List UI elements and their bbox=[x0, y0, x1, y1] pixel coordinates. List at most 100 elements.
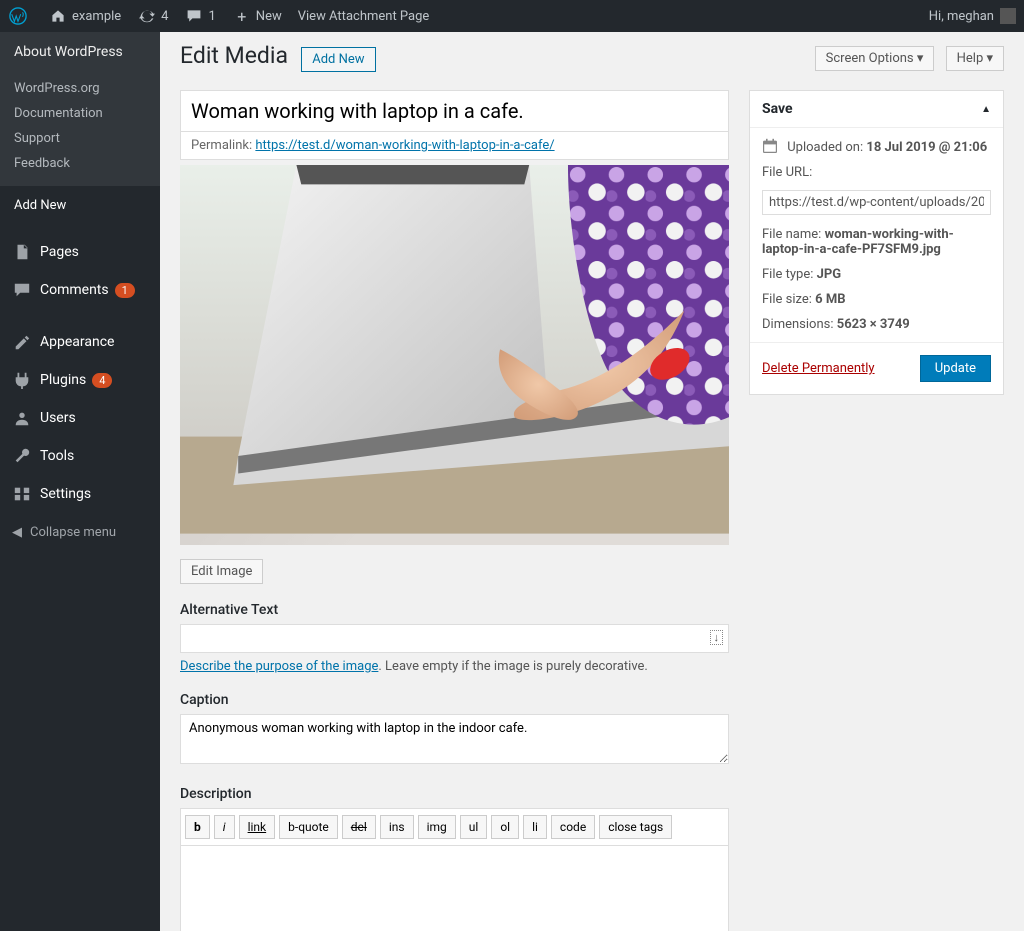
uploaded-on-value: 18 Jul 2019 @ 21:06 bbox=[866, 140, 987, 155]
about-wordpress-heading[interactable]: About WordPress bbox=[0, 32, 160, 72]
plugins-icon bbox=[12, 370, 32, 390]
add-new-button[interactable]: Add New bbox=[301, 47, 375, 72]
title-input[interactable] bbox=[180, 90, 729, 132]
description-label: Description bbox=[180, 786, 729, 802]
ed-btn-bquote[interactable]: b-quote bbox=[279, 815, 338, 839]
describe-link[interactable]: Describe the purpose of the image bbox=[180, 659, 378, 674]
collapse-icon: ◀ bbox=[12, 525, 22, 540]
updates-count: 4 bbox=[161, 9, 168, 24]
uploaded-on-label: Uploaded on: bbox=[787, 140, 863, 155]
updates-link[interactable]: 4 bbox=[129, 0, 176, 32]
permalink-link[interactable]: https://test.d/woman-working-with-laptop… bbox=[255, 138, 554, 153]
avatar bbox=[1000, 8, 1016, 24]
ed-btn-ol[interactable]: ol bbox=[491, 815, 519, 839]
permalink-row: Permalink: https://test.d/woman-working-… bbox=[180, 132, 729, 160]
site-name: example bbox=[72, 9, 121, 24]
ed-btn-link[interactable]: link bbox=[239, 815, 276, 839]
sidebar-item-label: Users bbox=[40, 410, 76, 426]
caption-label: Caption bbox=[180, 692, 729, 708]
dimensions-value: 5623 × 3749 bbox=[837, 317, 910, 332]
sidebar-item-plugins[interactable]: Plugins 4 bbox=[0, 361, 160, 399]
delete-permanently-link[interactable]: Delete Permanently bbox=[762, 361, 875, 376]
settings-icon bbox=[12, 484, 32, 504]
file-size-label: File size: bbox=[762, 292, 812, 307]
about-link-wporg[interactable]: WordPress.org bbox=[0, 76, 160, 101]
file-name-label: File name: bbox=[762, 227, 821, 242]
sidebar-item-comments[interactable]: Comments 1 bbox=[0, 271, 160, 309]
pages-icon bbox=[12, 242, 32, 262]
about-link-support[interactable]: Support bbox=[0, 126, 160, 151]
alt-text-hint: Describe the purpose of the image. Leave… bbox=[180, 659, 729, 674]
wordpress-icon bbox=[8, 6, 28, 26]
file-url-label: File URL: bbox=[762, 165, 991, 180]
ed-btn-i[interactable]: i bbox=[214, 815, 235, 839]
file-type-label: File type: bbox=[762, 267, 813, 282]
panel-toggle-icon: ▲ bbox=[981, 104, 991, 115]
sidebar-item-users[interactable]: Users bbox=[0, 399, 160, 437]
tools-icon bbox=[12, 446, 32, 466]
help-button[interactable]: Help bbox=[946, 46, 1004, 71]
update-icon bbox=[137, 6, 157, 26]
sidebar-item-appearance[interactable]: Appearance bbox=[0, 323, 160, 361]
collapse-label: Collapse menu bbox=[30, 525, 116, 540]
comments-link[interactable]: 1 bbox=[176, 0, 223, 32]
alt-text-input[interactable] bbox=[180, 624, 729, 653]
new-content-link[interactable]: + New bbox=[224, 0, 290, 32]
sidebar-item-label: Pages bbox=[40, 244, 79, 260]
comments-count: 1 bbox=[208, 9, 215, 24]
view-attachment-link[interactable]: View Attachment Page bbox=[290, 0, 438, 32]
sidebar-item-tools[interactable]: Tools bbox=[0, 437, 160, 475]
caption-input[interactable]: Anonymous woman working with laptop in t… bbox=[180, 714, 729, 764]
calendar-icon bbox=[762, 138, 778, 154]
sidebar-item-label: Tools bbox=[40, 448, 74, 464]
ed-btn-ins[interactable]: ins bbox=[380, 815, 414, 839]
new-label: New bbox=[256, 9, 282, 24]
site-name-link[interactable]: example bbox=[40, 0, 129, 32]
plus-icon: + bbox=[232, 6, 252, 26]
ed-btn-code[interactable]: code bbox=[551, 815, 595, 839]
users-icon bbox=[12, 408, 32, 428]
sidebar-item-pages[interactable]: Pages bbox=[0, 233, 160, 271]
comments-badge: 1 bbox=[115, 283, 135, 298]
ed-btn-ul[interactable]: ul bbox=[460, 815, 488, 839]
permalink-label: Permalink: bbox=[191, 138, 252, 153]
alt-text-label: Alternative Text bbox=[180, 602, 729, 618]
sidebar-item-label: Plugins bbox=[40, 372, 86, 388]
about-link-feedback[interactable]: Feedback bbox=[0, 151, 160, 176]
editor-toolbar: b i link b-quote del ins img ul ol li co… bbox=[180, 808, 729, 845]
sidebar-item-settings[interactable]: Settings bbox=[0, 475, 160, 513]
ed-btn-li[interactable]: li bbox=[523, 815, 547, 839]
about-submenu: WordPress.org Documentation Support Feed… bbox=[0, 72, 160, 186]
ed-btn-del[interactable]: del bbox=[342, 815, 376, 839]
wp-logo[interactable] bbox=[0, 0, 40, 32]
comments-icon bbox=[12, 280, 32, 300]
ed-btn-img[interactable]: img bbox=[418, 815, 456, 839]
save-panel: Save▲ Uploaded on: 18 Jul 2019 @ 21:06 F… bbox=[749, 90, 1004, 395]
home-icon bbox=[48, 6, 68, 26]
file-url-input[interactable] bbox=[762, 190, 991, 215]
dimensions-label: Dimensions: bbox=[762, 317, 834, 332]
file-size-value: 6 MB bbox=[815, 292, 845, 307]
page-title: Edit Media bbox=[180, 42, 288, 69]
appearance-icon bbox=[12, 332, 32, 352]
account-link[interactable]: Hi, meghan bbox=[921, 0, 1024, 32]
keyboard-icon: ↓ bbox=[710, 630, 724, 645]
greeting: Hi, meghan bbox=[929, 9, 994, 24]
sidebar-item-label: Appearance bbox=[40, 334, 114, 350]
about-link-docs[interactable]: Documentation bbox=[0, 101, 160, 126]
sidebar-item-label: Settings bbox=[40, 486, 91, 502]
ed-btn-b[interactable]: b bbox=[185, 815, 210, 839]
screen-options-button[interactable]: Screen Options bbox=[815, 46, 935, 71]
edit-image-button[interactable]: Edit Image bbox=[180, 559, 263, 584]
file-type-value: JPG bbox=[817, 267, 842, 282]
comment-icon bbox=[184, 6, 204, 26]
description-input[interactable] bbox=[180, 845, 729, 931]
update-button[interactable]: Update bbox=[920, 355, 991, 382]
attachment-preview bbox=[180, 165, 729, 545]
plugins-badge: 4 bbox=[92, 373, 112, 388]
collapse-menu-button[interactable]: ◀ Collapse menu bbox=[0, 513, 160, 552]
ed-btn-closetags[interactable]: close tags bbox=[599, 815, 672, 839]
sidebar-add-new[interactable]: Add New bbox=[0, 186, 160, 225]
save-panel-title[interactable]: Save▲ bbox=[750, 91, 1003, 128]
sidebar-item-label: Comments bbox=[40, 282, 109, 298]
